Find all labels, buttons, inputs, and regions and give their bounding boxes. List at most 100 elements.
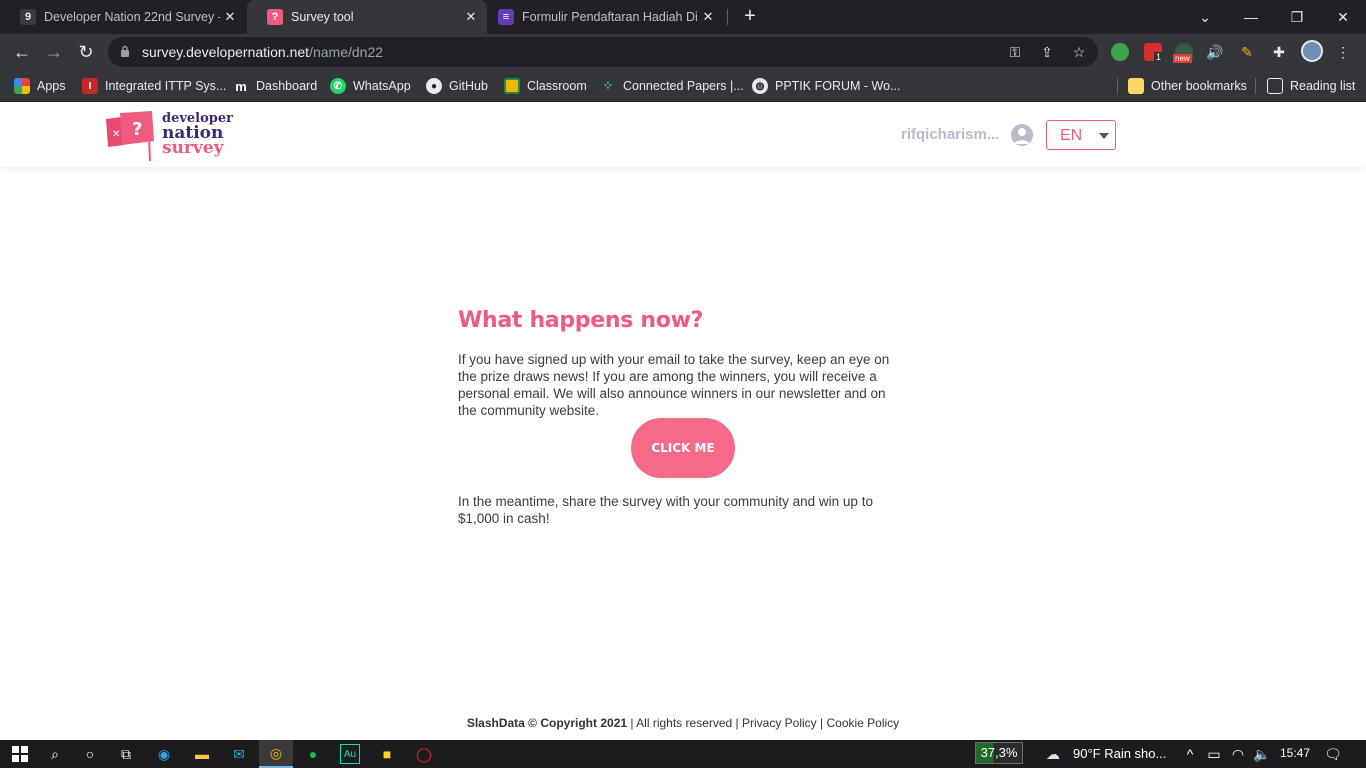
mail-icon[interactable]: ✉ xyxy=(229,744,249,764)
opera-icon[interactable]: ◯ xyxy=(414,744,434,764)
address-bar[interactable]: survey.developernation.net/name/dn22 ⚿ ⇪… xyxy=(108,37,1098,67)
extension-globe-icon[interactable] xyxy=(1111,43,1129,61)
bookmark-whatsapp[interactable]: ✆ WhatsApp xyxy=(330,77,411,95)
bookmark-label: Other bookmarks xyxy=(1151,79,1247,93)
survey-tool-icon: ? xyxy=(267,9,283,25)
url-host: survey.developernation.net xyxy=(142,44,310,60)
lock-icon xyxy=(121,45,129,57)
bookmark-dashboard[interactable]: m Dashboard xyxy=(233,77,317,95)
bookmark-pptik[interactable]: ◍ PPTIK FORUM - Wo... xyxy=(752,77,900,95)
tab-search-chevron-icon[interactable]: ⌄ xyxy=(1182,0,1228,34)
bookmark-github[interactable]: ● GitHub xyxy=(426,77,488,95)
pencil-icon[interactable]: ✎ xyxy=(1238,43,1256,61)
info-paragraph: If you have signed up with your email to… xyxy=(458,352,890,418)
classroom-icon xyxy=(504,78,520,94)
url-text: survey.developernation.net/name/dn22 xyxy=(142,44,383,60)
task-view-icon[interactable]: ⧉ xyxy=(116,744,136,764)
username[interactable]: rifqicharism... xyxy=(901,126,999,143)
reload-button[interactable]: ↻ xyxy=(72,38,100,66)
edge-icon[interactable]: ◉ xyxy=(154,744,174,764)
file-explorer-icon[interactable]: ▬ xyxy=(192,744,212,764)
extension-cloud-icon[interactable]: new xyxy=(1173,43,1193,63)
forward-button[interactable]: → xyxy=(40,38,68,66)
extensions-puzzle-icon[interactable]: ✚ xyxy=(1270,43,1288,61)
site-footer: SlashData © Copyright 2021 | All rights … xyxy=(0,716,1366,730)
url-path: /name/dn22 xyxy=(309,44,384,60)
language-select[interactable]: EN xyxy=(1046,120,1116,150)
search-icon[interactable]: ⌕ xyxy=(45,744,65,764)
bookmark-label: Integrated ITTP Sys... xyxy=(105,79,227,93)
apps-grid-icon xyxy=(14,78,30,94)
bookmark-star-icon[interactable]: ☆ xyxy=(1070,43,1088,61)
battery-indicator[interactable]: 37,3% xyxy=(975,742,1023,764)
restore-button[interactable]: ❐ xyxy=(1274,0,1320,34)
power-icon[interactable]: ▭ xyxy=(1204,744,1224,764)
extension-new-badge: new xyxy=(1173,54,1192,63)
cookie-policy-link[interactable]: Cookie Policy xyxy=(826,716,899,730)
weather-cloud-icon[interactable]: ☁ xyxy=(1043,744,1063,764)
github-icon: ● xyxy=(426,78,442,94)
clock-time[interactable]: 15:47 xyxy=(1280,746,1310,760)
audition-icon[interactable]: Au xyxy=(340,744,360,764)
bookmark-divider xyxy=(1117,78,1118,94)
footer-rights: | All rights reserved | xyxy=(627,716,742,730)
chrome-icon[interactable]: ◎ xyxy=(259,740,293,768)
profile-avatar[interactable] xyxy=(1301,40,1323,62)
footer-separator: | xyxy=(816,716,827,730)
tab-title: Developer Nation 22nd Survey - xyxy=(44,10,220,24)
spotify-icon[interactable]: ● xyxy=(303,744,323,764)
bookmark-apps[interactable]: Apps xyxy=(14,77,66,95)
bookmark-label: PPTIK FORUM - Wo... xyxy=(775,79,901,93)
close-window-button[interactable]: ✕ xyxy=(1320,0,1366,34)
bookmark-label: WhatsApp xyxy=(353,79,411,93)
back-button[interactable]: ← xyxy=(8,38,36,66)
tab-formulir[interactable]: ≡ Formulir Pendaftaran Hadiah Dic ✕ xyxy=(488,0,724,34)
bookmark-other[interactable]: Other bookmarks xyxy=(1128,77,1247,95)
logo-wordmark: developer nation survey xyxy=(162,111,233,158)
bookmark-classroom[interactable]: Classroom xyxy=(504,77,587,95)
share-icon[interactable]: ⇪ xyxy=(1038,43,1056,61)
page-title: What happens now? xyxy=(458,308,704,333)
logo-line-survey: survey xyxy=(162,138,224,158)
weather-text[interactable]: 90°F Rain sho... xyxy=(1073,746,1166,761)
tab-developer-nation[interactable]: 9 Developer Nation 22nd Survey - ✕ xyxy=(0,0,246,34)
page: ? ✕ developer nation survey rifqicharism… xyxy=(0,103,1366,740)
survey-flag-logo-icon: ? ✕ xyxy=(106,111,154,162)
close-icon[interactable]: ✕ xyxy=(220,9,240,25)
developer-nation-logo[interactable]: ? ✕ developer nation survey xyxy=(104,111,234,163)
whatsapp-icon: ✆ xyxy=(330,78,346,94)
svg-text:?: ? xyxy=(132,119,142,140)
extension-red-icon[interactable]: 1 xyxy=(1144,43,1164,62)
volume-icon[interactable]: 🔈 xyxy=(1252,744,1272,764)
footer-copyright: SlashData © Copyright 2021 xyxy=(466,716,628,730)
developer-nation-icon: 9 xyxy=(20,9,36,25)
windows-start-icon[interactable] xyxy=(10,744,30,764)
tab-divider xyxy=(727,9,728,25)
bookmark-ittp[interactable]: I Integrated ITTP Sys... xyxy=(82,77,226,95)
cortana-icon[interactable]: ○ xyxy=(80,744,100,764)
bookmark-label: Reading list xyxy=(1290,79,1356,93)
tab-survey-tool[interactable]: ? Survey tool ✕ xyxy=(247,0,487,34)
moodle-icon: m xyxy=(235,78,247,94)
bookmark-label: Connected Papers |... xyxy=(623,79,744,93)
speaker-icon[interactable]: 🔊 xyxy=(1206,43,1224,61)
sticky-notes-icon[interactable]: ■ xyxy=(377,744,397,764)
close-icon[interactable]: ✕ xyxy=(698,9,718,25)
minimize-button[interactable]: — xyxy=(1228,0,1274,34)
reading-list-button[interactable]: Reading list xyxy=(1267,77,1355,95)
privacy-policy-link[interactable]: Privacy Policy xyxy=(742,716,817,730)
new-tab-button[interactable]: + xyxy=(738,4,762,28)
wifi-icon[interactable]: ◠ xyxy=(1228,744,1248,764)
click-me-button[interactable]: CLICK ME xyxy=(631,418,735,478)
bookmark-label: Dashboard xyxy=(256,79,318,93)
bookmark-divider xyxy=(1255,78,1256,94)
notifications-icon[interactable]: 🗨 xyxy=(1323,744,1343,764)
chevron-up-icon[interactable]: ^ xyxy=(1180,744,1200,764)
language-value: EN xyxy=(1060,127,1083,144)
close-icon[interactable]: ✕ xyxy=(461,9,481,25)
key-icon[interactable]: ⚿ xyxy=(1006,43,1024,61)
menu-dots-icon[interactable]: ⋮ xyxy=(1334,43,1352,61)
globe-icon: ◍ xyxy=(752,78,768,94)
user-avatar-icon[interactable] xyxy=(1011,124,1033,146)
bookmark-connected-papers[interactable]: ⁘ Connected Papers |... xyxy=(600,77,744,95)
